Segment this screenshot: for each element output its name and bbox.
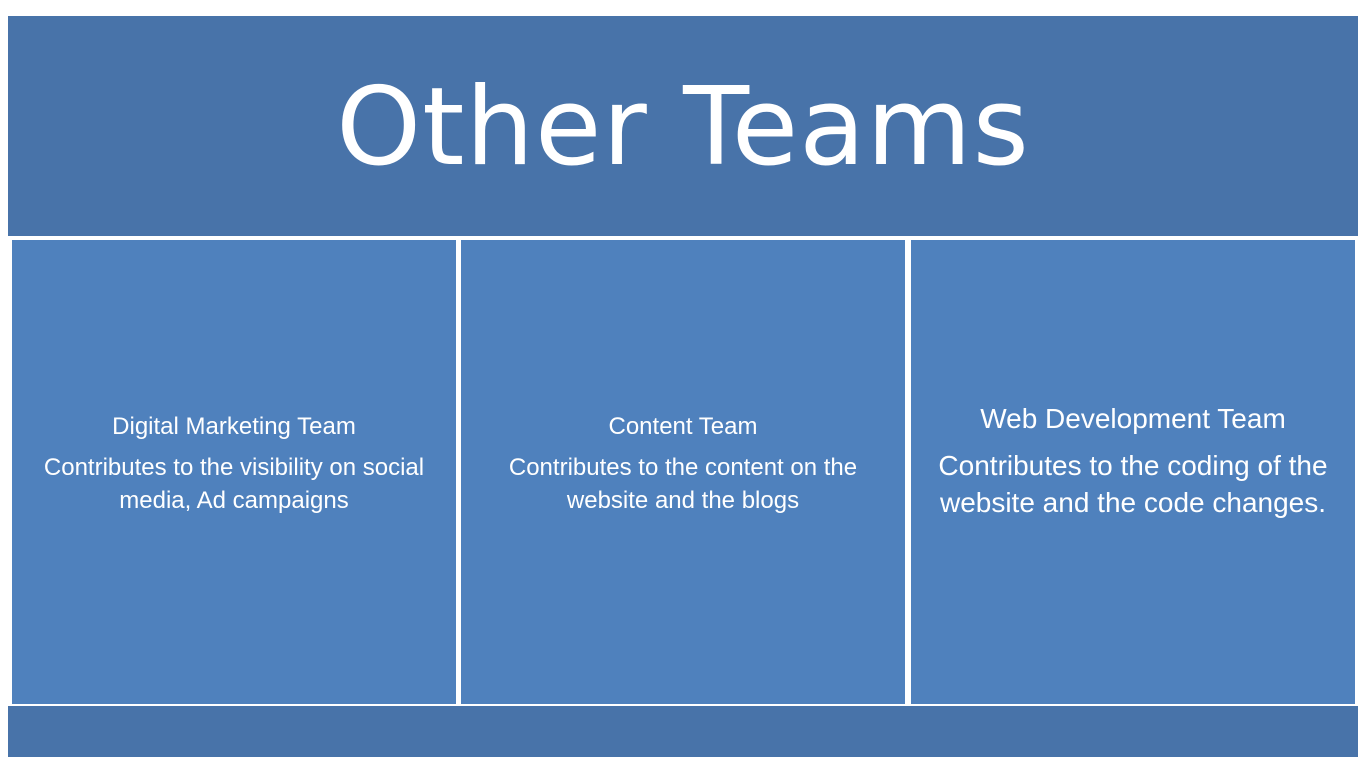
slide-title: Other Teams (336, 65, 1030, 190)
team-name: Digital Marketing Team (112, 413, 356, 441)
teams-row: Digital Marketing Team Contributes to th… (8, 236, 1358, 706)
team-card-content: Content Team Contributes to the content … (461, 240, 905, 704)
team-description: Contributes to the coding of the website… (938, 450, 1328, 518)
header-band: Other Teams (8, 16, 1358, 236)
team-name: Web Development Team (980, 403, 1286, 435)
team-description: Contributes to the content on the websit… (508, 454, 858, 514)
team-card-web-development: Web Development Team Contributes to the … (911, 240, 1355, 704)
team-name: Content Team (608, 413, 758, 441)
team-card-digital-marketing: Digital Marketing Team Contributes to th… (12, 240, 456, 704)
slide-frame: Other Teams Digital Marketing Team Contr… (8, 16, 1358, 757)
team-description: Contributes to the visibility on social … (43, 454, 425, 514)
